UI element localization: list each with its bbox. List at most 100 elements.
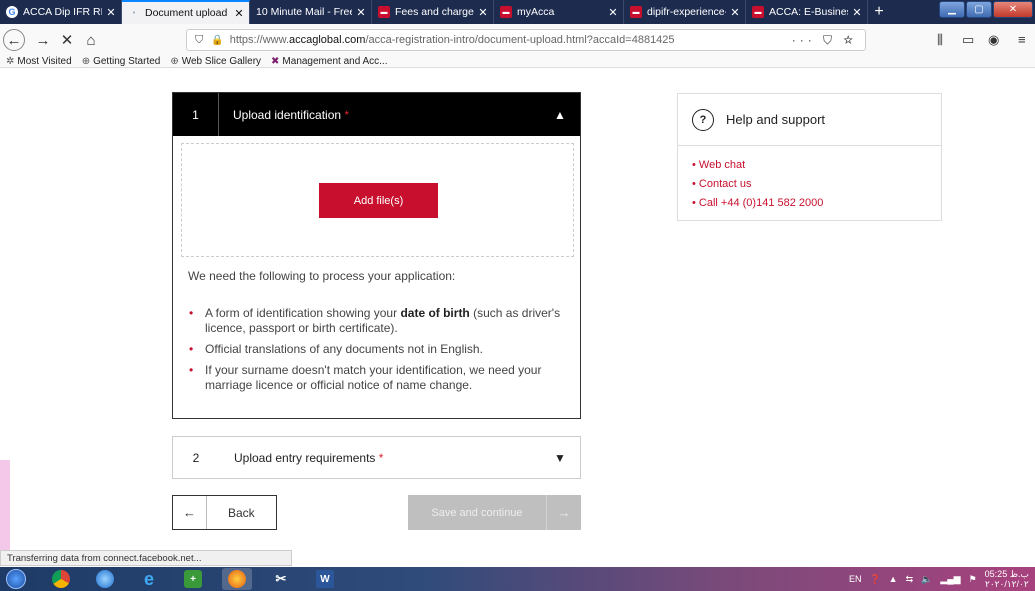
maximize-icon[interactable]: ▢	[966, 1, 992, 18]
taskbar-ie[interactable]: e	[134, 568, 164, 590]
tab-acca-ebusiness[interactable]: ▬ ACCA: E-Business sit ✕	[746, 0, 868, 24]
tab-title: Document upload | A	[145, 7, 230, 19]
help-tray-icon[interactable]: ❓	[869, 574, 880, 585]
clock-date: ۲۰۲۰/۱۲/۰۲	[984, 579, 1029, 589]
home-icon[interactable]: ⌂	[80, 29, 102, 51]
flag-icon[interactable]: ⚑	[969, 574, 977, 585]
tab-myacca[interactable]: ▬ myAcca ✕	[494, 0, 624, 24]
bookmark-management[interactable]: ✖ Management and Acc...	[271, 56, 387, 67]
show-hidden-icon[interactable]: ▲	[889, 574, 898, 584]
taskbar-chrome[interactable]	[46, 568, 76, 590]
acca-logo-icon: ✖	[271, 55, 280, 67]
start-button[interactable]	[0, 567, 32, 591]
contact-us-link[interactable]: Contact us	[692, 175, 941, 194]
tab-acca-dip-ifr[interactable]: G ACCA Dip IFR REQUIR ✕	[0, 0, 122, 24]
shield-icon[interactable]: ⛉	[195, 34, 203, 47]
word-icon: W	[316, 570, 334, 588]
globe-icon: ⊕	[81, 55, 91, 67]
web-chat-link[interactable]: Web chat	[692, 156, 941, 175]
list-item: If your surname doesn't match your ident…	[188, 363, 573, 393]
lock-icon[interactable]: 🔒	[211, 35, 223, 46]
req-text: Official translations of any documents n…	[205, 342, 483, 356]
url-prefix: https://www.	[229, 34, 289, 46]
taskbar-tool[interactable]: ✂	[266, 568, 296, 590]
tab-title: ACCA Dip IFR REQUIR	[23, 6, 102, 18]
forward-arrow-icon[interactable]: →	[32, 29, 54, 51]
call-link[interactable]: Call +44 (0)141 582 2000	[692, 194, 941, 213]
upload-identification-header[interactable]: 1 Upload identification * ▲	[173, 93, 580, 136]
library-icon[interactable]: ⫼	[937, 32, 943, 48]
bookmark-most-visited[interactable]: ✲ Most Visited	[6, 56, 72, 67]
requirements-intro: We need the following to process your ap…	[188, 269, 456, 283]
sidebar-icon[interactable]: ▭	[962, 32, 974, 48]
tab-fees-and-charges[interactable]: ▬ Fees and charges | A ✕	[372, 0, 494, 24]
taskbar-app[interactable]	[90, 568, 120, 590]
loading-icon: •	[132, 9, 136, 17]
browser-nav-bar: ← → ✕ ⌂ ⛉ 🔒 https://www. accaglobal.com/a…	[0, 24, 1035, 68]
step-title-text: Upload identification	[233, 107, 342, 122]
upload-identification-panel: 1 Upload identification * ▲ Add file(s) …	[172, 92, 581, 419]
close-icon[interactable]: ✕	[233, 7, 245, 20]
gear-icon: ✲	[6, 55, 15, 67]
bookmark-getting-started[interactable]: ⊕ Getting Started	[82, 56, 161, 67]
arrow-right-icon: →	[546, 495, 581, 530]
taskbar-firefox[interactable]	[222, 568, 252, 590]
close-icon[interactable]: ✕	[105, 6, 117, 19]
volume-icon[interactable]: 🔈	[921, 574, 932, 585]
tab-title: 10 Minute Mail - Free An	[256, 6, 352, 18]
google-icon: G	[6, 6, 18, 18]
file-drop-zone[interactable]: Add file(s)	[181, 143, 574, 257]
url-path: /acca-registration-intro/document-upload…	[365, 34, 675, 46]
tab-10-minute-mail[interactable]: 10 Minute Mail - Free An ✕	[250, 0, 372, 24]
stop-icon[interactable]: ✕	[56, 29, 78, 51]
account-icon[interactable]: ◉	[988, 32, 999, 48]
window-close-icon[interactable]: ✕	[993, 1, 1033, 18]
tool-icon: ✂	[275, 571, 287, 586]
tab-dipifr-experience[interactable]: ▬ dipifr-experience-co ✕	[624, 0, 746, 24]
new-tab-plus-icon[interactable]: +	[868, 0, 890, 24]
taskbar-clock[interactable]: 05:25 ب.ظ ۲۰۲۰/۱۲/۰۲	[985, 569, 1029, 589]
acca-icon: ▬	[500, 6, 512, 18]
close-icon[interactable]: ✕	[355, 6, 367, 19]
windows-taskbar: e + ✂ W EN ❓ ▲ ⇆ 🔈 ▂▄▆ ⚑ 05:25 ب.ظ ۲۰۲۰/…	[0, 567, 1035, 591]
bookmark-web-slice-gallery[interactable]: ⊕ Web Slice Gallery	[170, 56, 261, 67]
add-files-button[interactable]: Add file(s)	[319, 183, 438, 218]
close-icon[interactable]: ✕	[729, 6, 741, 19]
taskbar-add[interactable]: +	[178, 568, 208, 590]
back-arrow-icon[interactable]: ←	[3, 29, 25, 51]
network-icon[interactable]: ⇆	[906, 574, 914, 585]
tab-document-upload[interactable]: • Document upload | A ✕	[122, 0, 250, 24]
step-title: Upload identification *	[219, 108, 540, 122]
language-indicator[interactable]: EN	[849, 574, 862, 584]
chevron-down-icon[interactable]: ▼	[540, 451, 580, 465]
back-label: Back	[228, 505, 255, 520]
page-actions-icons[interactable]: ··· ⛉ ☆	[792, 33, 857, 48]
url-domain: accaglobal.com	[289, 34, 366, 46]
minimize-icon[interactable]: ▁	[939, 1, 965, 18]
chevron-up-icon[interactable]: ▲	[540, 108, 580, 122]
acca-icon: ▬	[378, 6, 390, 18]
req-text: If your surname doesn't match your ident…	[205, 363, 542, 392]
taskbar-word[interactable]: W	[310, 568, 340, 590]
close-icon[interactable]: ✕	[607, 6, 619, 19]
step-number: 2	[192, 450, 200, 465]
menu-icon[interactable]: ≡	[1018, 32, 1026, 47]
decorative-accent	[0, 460, 10, 550]
question-icon: ?	[692, 108, 714, 131]
bookmark-label: Getting Started	[93, 55, 161, 67]
save-and-continue-button[interactable]: Save and continue →	[408, 495, 581, 530]
save-label: Save and continue	[431, 506, 523, 519]
bookmark-label: Management and Acc...	[282, 55, 388, 67]
tab-title: myAcca	[517, 6, 555, 18]
url-bar[interactable]: ⛉ 🔒 https://www. accaglobal.com/acca-regi…	[186, 29, 866, 51]
globe-icon: ⊕	[170, 55, 179, 67]
back-button[interactable]: ← Back	[172, 495, 277, 530]
step-title-text: Upload entry requirements	[234, 450, 376, 465]
upload-entry-requirements-panel[interactable]: 2 Upload entry requirements * ▼	[172, 436, 581, 479]
req-bold: date of birth	[400, 306, 470, 320]
signal-icon[interactable]: ▂▄▆	[940, 574, 960, 585]
close-icon[interactable]: ✕	[851, 6, 863, 19]
requirements-list: A form of identification showing your da…	[188, 306, 573, 399]
browser-status-text: Transferring data from connect.facebook.…	[0, 550, 292, 566]
close-icon[interactable]: ✕	[477, 6, 489, 19]
